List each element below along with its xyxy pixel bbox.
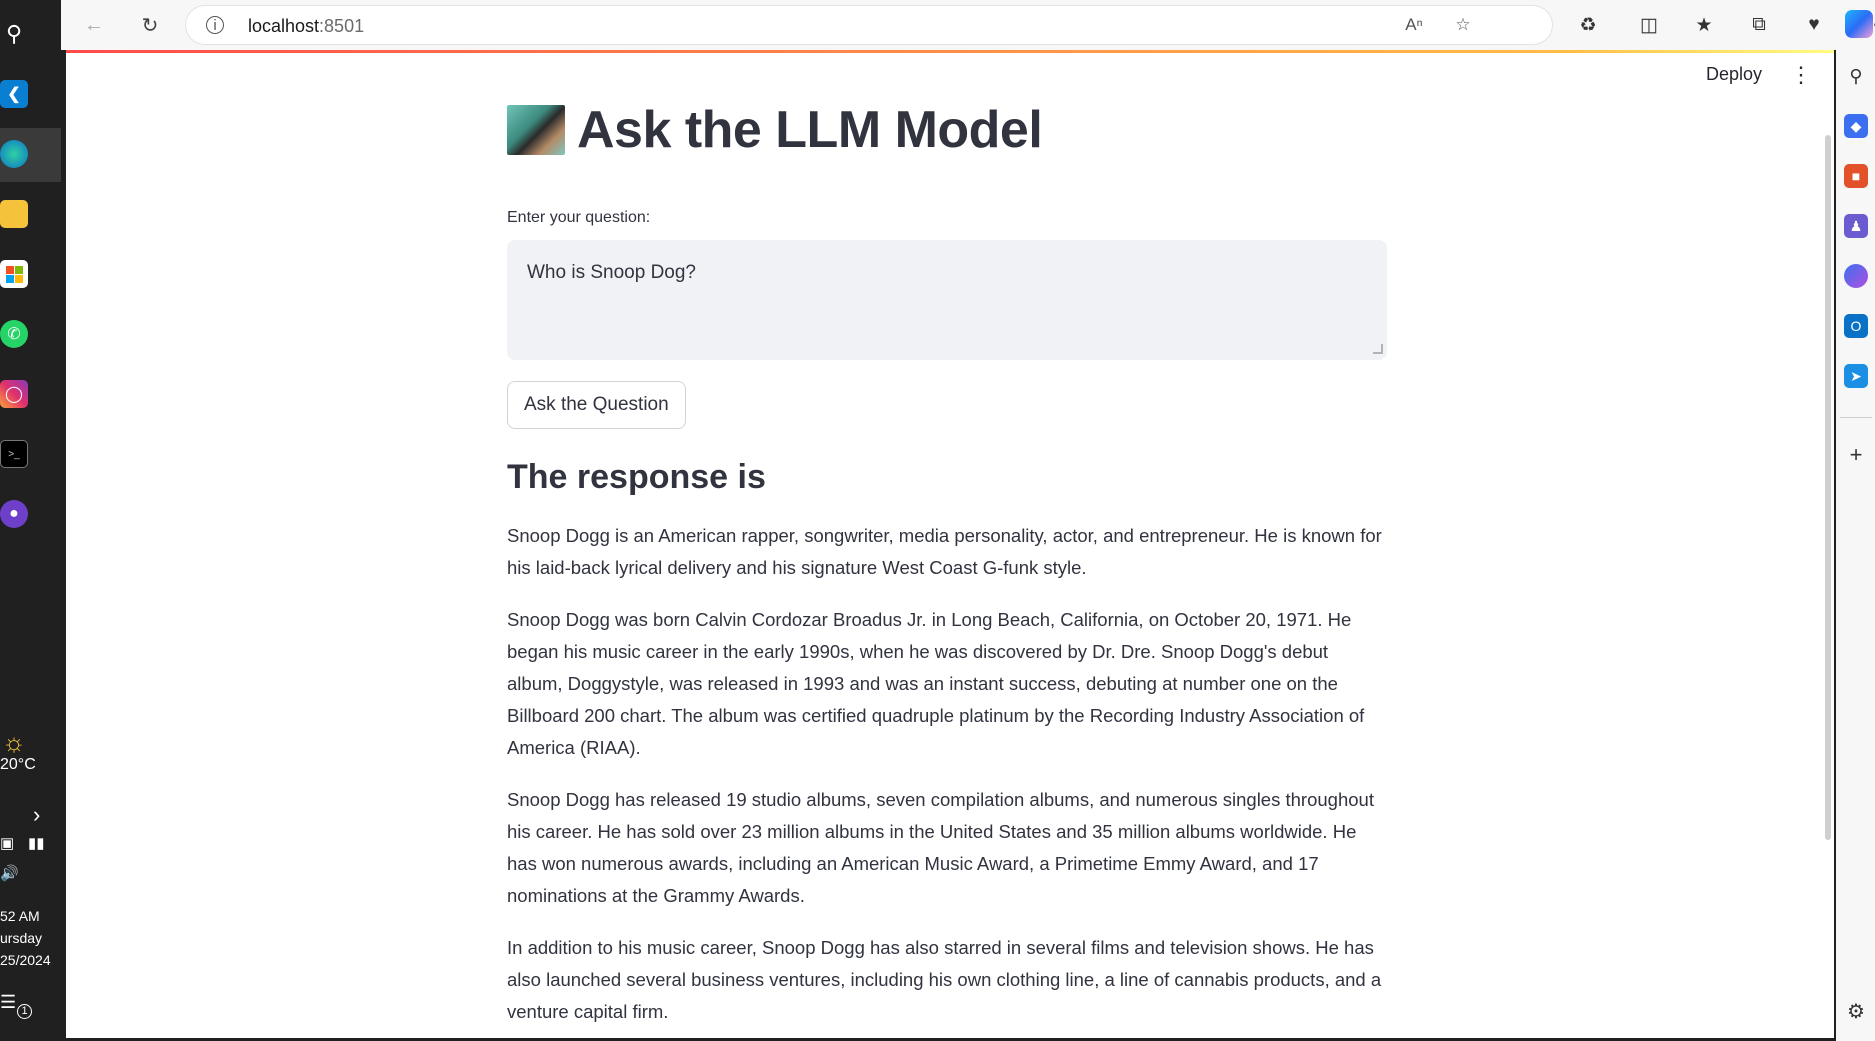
vscode-icon[interactable]: ❮ [0,80,28,108]
response-paragraph: Snoop Dogg is an American rapper, songwr… [507,525,1382,578]
search-icon[interactable]: ⚲ [0,20,28,48]
microsoft-365-icon[interactable] [1844,264,1868,288]
notification-count-badge: 1 [17,1004,32,1019]
microsoft-store-icon[interactable] [0,260,28,288]
instagram-icon[interactable]: ◯ [0,380,28,408]
back-arrow-icon[interactable]: ← [79,10,109,40]
shopping-tag-icon[interactable]: ◆ [1844,114,1868,138]
favorites-icon[interactable]: ★ [1689,10,1719,40]
file-explorer-icon[interactable] [0,200,28,228]
scrollbar[interactable] [1825,135,1831,840]
deploy-button[interactable]: Deploy [1706,64,1762,85]
page-viewport: Deploy ⋮ Ask the LLM Model Enter your qu… [66,50,1834,1038]
meet-now-icon[interactable]: ▣ [0,834,14,852]
ask-question-button[interactable]: Ask the Question [507,381,686,429]
browser-toolbar: ← ↻ i localhost:8501 Aⁿ ☆ ♻ ◫ ★ ⧉ ♥ ⋯ [61,0,1875,50]
response-text: Snoop Dogg is an American rapper, songwr… [507,520,1387,1038]
page-title: Ask the LLM Model [577,101,1043,159]
read-aloud-icon[interactable]: Aⁿ [1401,12,1427,38]
split-screen-icon[interactable]: ◫ [1634,10,1664,40]
resize-handle-icon[interactable] [1373,344,1383,354]
copilot-icon[interactable] [1845,10,1873,38]
windows-taskbar: ⚲ ❮ ✆ ◯ >_ ● ☼ 20°C › ▣ ▮▮ 🔊 52 AM ursda… [0,0,61,1041]
site-info-icon[interactable]: i [206,16,224,34]
send-icon[interactable]: ➤ [1844,364,1868,388]
title-row: Ask the LLM Model [507,100,1043,160]
refresh-icon[interactable]: ↻ [135,10,165,40]
response-paragraph: Snoop Dogg has released 19 studio albums… [507,789,1374,906]
weather-temperature: 20°C [0,756,36,773]
sidebar-settings-icon[interactable]: ⚙ [1844,999,1868,1023]
extensions-icon[interactable]: ♻ [1573,10,1603,40]
question-textarea[interactable]: Who is Snoop Dog? [507,240,1387,360]
chevron-right-icon[interactable]: › [33,802,40,828]
question-label: Enter your question: [507,209,651,226]
main-menu-icon[interactable]: ⋮ [1790,64,1812,86]
sidebar-search-icon[interactable]: ⚲ [1844,64,1868,88]
add-icon[interactable]: + [1844,442,1868,467]
url-port: :8501 [319,16,365,36]
address-bar[interactable]: i localhost:8501 Aⁿ ☆ [186,6,1552,44]
battery-icon[interactable]: ▮▮ [28,834,45,852]
weather-icon[interactable]: ☼ [0,727,28,757]
response-paragraph: Snoop Dogg was born Calvin Cordozar Broa… [507,609,1365,758]
clock-time[interactable]: 52 AM [0,908,40,924]
url-text[interactable]: localhost:8501 [248,16,364,37]
browser-essentials-icon[interactable]: ♥ [1799,10,1829,40]
terminal-icon[interactable]: >_ [0,440,28,468]
edge-icon[interactable] [0,140,28,168]
sidebar-divider [1840,417,1872,418]
whatsapp-icon[interactable]: ✆ [0,320,28,348]
streamlit-header-decoration [66,50,1834,53]
notifications-icon[interactable]: ☰ [0,992,16,1013]
browser-sidebar: ⚲ ◆ ■ ♟ O ➤ + ⚙ [1836,50,1875,1041]
response-paragraph: In addition to his music career, Snoop D… [507,937,1382,1022]
response-heading: The response is [507,458,766,496]
snoop-dogg-emoji-image [507,105,565,155]
tools-icon[interactable]: ■ [1844,164,1868,188]
favorite-star-icon[interactable]: ☆ [1450,12,1476,38]
url-host: localhost [248,16,320,36]
clock-day[interactable]: ursday [0,930,42,946]
volume-icon[interactable]: 🔊 [0,864,19,882]
github-icon[interactable]: ● [0,500,28,528]
games-icon[interactable]: ♟ [1844,214,1868,238]
collections-icon[interactable]: ⧉ [1744,10,1774,40]
clock-date[interactable]: 25/2024 [0,952,51,968]
outlook-icon[interactable]: O [1844,314,1868,338]
